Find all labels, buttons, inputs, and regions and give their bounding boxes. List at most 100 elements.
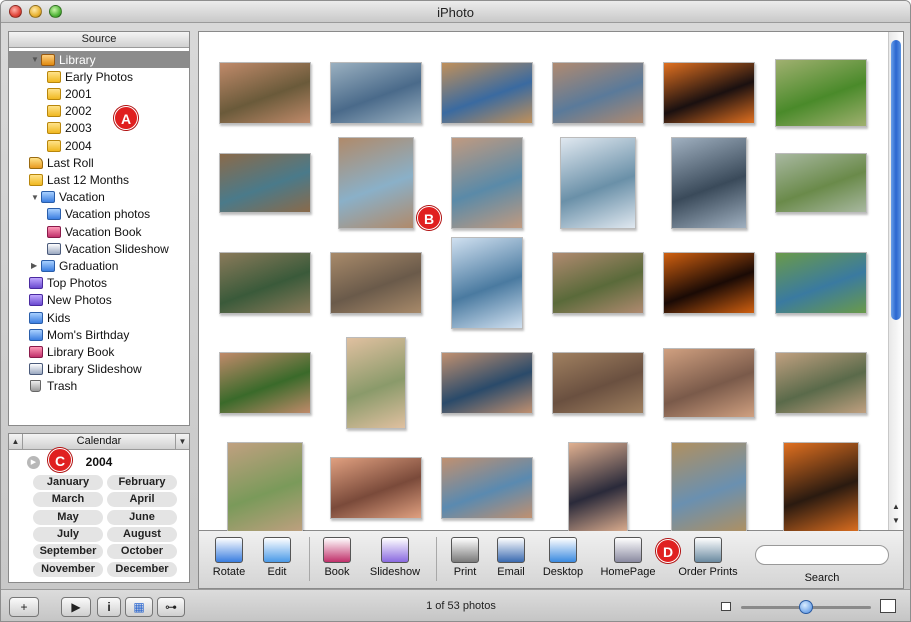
search-input[interactable] <box>755 545 889 565</box>
photo-thumbnail[interactable] <box>219 153 311 213</box>
source-item[interactable]: Last Roll <box>9 154 189 171</box>
toolbar-email-button[interactable]: Email <box>491 535 531 578</box>
source-item[interactable]: Vacation Slideshow <box>9 240 189 257</box>
zoom-slider-knob[interactable] <box>799 600 813 614</box>
callout-d: D <box>656 539 680 563</box>
photo-thumbnail[interactable] <box>671 137 747 229</box>
photo-thumbnail[interactable] <box>568 442 628 534</box>
toolbar-homepage-button[interactable]: HomePage <box>597 535 659 578</box>
photo-thumbnail[interactable] <box>775 252 867 314</box>
source-item[interactable]: Top Photos <box>9 275 189 292</box>
calendar-month[interactable]: October <box>107 544 177 560</box>
source-header: Source <box>9 32 189 48</box>
source-item[interactable]: Trash <box>9 378 189 395</box>
toolbar-book-button[interactable]: Book <box>317 535 357 578</box>
source-item[interactable]: Library Book <box>9 343 189 360</box>
source-item[interactable]: Library Slideshow <box>9 361 189 378</box>
photo-thumbnail[interactable] <box>775 153 867 213</box>
calendar-month[interactable]: November <box>33 561 103 577</box>
toolbar-order-prints-button[interactable]: Order Prints <box>669 535 747 578</box>
source-item[interactable]: Vacation photos <box>9 206 189 223</box>
photo-thumbnail[interactable] <box>663 62 755 124</box>
keywords-button[interactable]: ⊶ <box>157 597 185 617</box>
photo-thumbnail[interactable] <box>552 352 644 414</box>
photo-thumbnail[interactable] <box>219 352 311 414</box>
calendar-month[interactable]: January <box>33 475 103 490</box>
photo-thumbnail[interactable] <box>671 442 747 534</box>
source-item[interactable]: ▼ Library <box>9 51 189 68</box>
photo-thumbnail[interactable] <box>330 62 422 124</box>
scrollbar-thumb[interactable] <box>891 40 901 320</box>
toolbar-edit-button[interactable]: Edit <box>257 535 297 578</box>
photo-thumbnail[interactable] <box>219 252 311 314</box>
calendar-up-arrow-icon[interactable]: ▲ <box>9 434 23 449</box>
calendar-toggle-button[interactable]: ▦ <box>125 597 153 617</box>
photo-thumbnail[interactable] <box>451 137 523 229</box>
calendar-menu-arrow-icon[interactable]: ▼ <box>175 434 189 449</box>
photo-thumbnail[interactable] <box>330 457 422 519</box>
toolbar-rotate-button[interactable]: Rotate <box>207 535 251 578</box>
add-album-button[interactable]: + <box>9 597 39 617</box>
photo-thumbnail[interactable] <box>451 237 523 329</box>
folder-icon <box>47 105 61 118</box>
calendar-month[interactable]: September <box>33 544 103 560</box>
photo-thumbnail[interactable] <box>346 337 406 429</box>
toolbar-button-label: Slideshow <box>369 566 421 578</box>
source-item[interactable]: ▶ Graduation <box>9 257 189 274</box>
play-slideshow-button[interactable]: ▶ <box>61 597 91 617</box>
calendar-pane: ▲ Calendar ▼ ▶ 2004 January February March… <box>8 433 190 583</box>
photo-thumbnail[interactable] <box>775 59 867 127</box>
photo-thumbnail[interactable] <box>560 137 636 229</box>
calendar-month[interactable]: April <box>107 492 177 508</box>
toolbar-desktop-button[interactable]: Desktop <box>535 535 591 578</box>
photo-thumbnail[interactable] <box>441 352 533 414</box>
source-item[interactable]: New Photos <box>9 292 189 309</box>
small-thumbnail-icon[interactable] <box>721 602 731 611</box>
photo-thumbnail[interactable] <box>663 252 755 314</box>
calendar-year[interactable]: 2004 <box>9 455 189 469</box>
calendar-month[interactable]: December <box>107 561 177 577</box>
source-item[interactable]: 2001 <box>9 85 189 102</box>
photo-thumbnail[interactable] <box>441 457 533 519</box>
photo-thumbnail[interactable] <box>552 252 644 314</box>
photo-thumbnail[interactable] <box>775 352 867 414</box>
photo-count-status: 1 of 53 photos <box>426 600 496 612</box>
calendar-month[interactable]: July <box>33 526 103 542</box>
calendar-month[interactable]: March <box>33 492 103 508</box>
toolbar-print-button[interactable]: Print <box>445 535 485 578</box>
calendar-month[interactable]: February <box>107 475 177 490</box>
source-item[interactable]: Mom's Birthday <box>9 326 189 343</box>
source-item[interactable]: Early Photos <box>9 68 189 85</box>
source-item[interactable]: Vacation Book <box>9 223 189 240</box>
scroll-up-arrow-icon[interactable]: ▲ <box>892 502 900 511</box>
disclosure-closed-icon[interactable]: ▶ <box>31 261 41 270</box>
calendar-month[interactable]: August <box>107 526 177 542</box>
photo-thumbnail[interactable] <box>338 137 414 229</box>
calendar-month[interactable]: May <box>33 509 103 525</box>
large-thumbnail-icon[interactable] <box>880 599 896 613</box>
calendar-month[interactable]: June <box>107 509 177 525</box>
scroll-down-arrow-icon[interactable]: ▼ <box>892 516 900 525</box>
toolbar-slideshow-button[interactable]: Slideshow <box>363 535 427 578</box>
photo-thumbnail[interactable] <box>219 62 311 124</box>
source-item-label: 2002 <box>65 104 92 119</box>
vertical-scrollbar[interactable]: ▲ ▼ <box>888 32 903 530</box>
disclosure-open-icon[interactable]: ▼ <box>31 55 41 64</box>
source-item[interactable]: 2004 <box>9 137 189 154</box>
info-button[interactable]: i <box>97 597 121 617</box>
photo-thumbnail[interactable] <box>663 348 755 418</box>
source-item[interactable]: ▼ Vacation <box>9 189 189 206</box>
source-item[interactable]: Kids <box>9 309 189 326</box>
slideshow-icon <box>381 537 409 563</box>
photo-thumbnail[interactable] <box>330 252 422 314</box>
folder-icon <box>47 70 61 83</box>
disclosure-open-icon[interactable]: ▼ <box>31 193 41 202</box>
source-item[interactable]: Last 12 Months <box>9 171 189 188</box>
source-item[interactable]: 2002 <box>9 103 189 120</box>
photo-thumbnail[interactable] <box>227 442 303 534</box>
photo-thumbnail[interactable] <box>441 62 533 124</box>
source-item[interactable]: 2003 <box>9 120 189 137</box>
photo-thumbnail[interactable] <box>552 62 644 124</box>
source-item-label: Last 12 Months <box>47 172 130 187</box>
photo-thumbnail[interactable] <box>783 442 859 534</box>
